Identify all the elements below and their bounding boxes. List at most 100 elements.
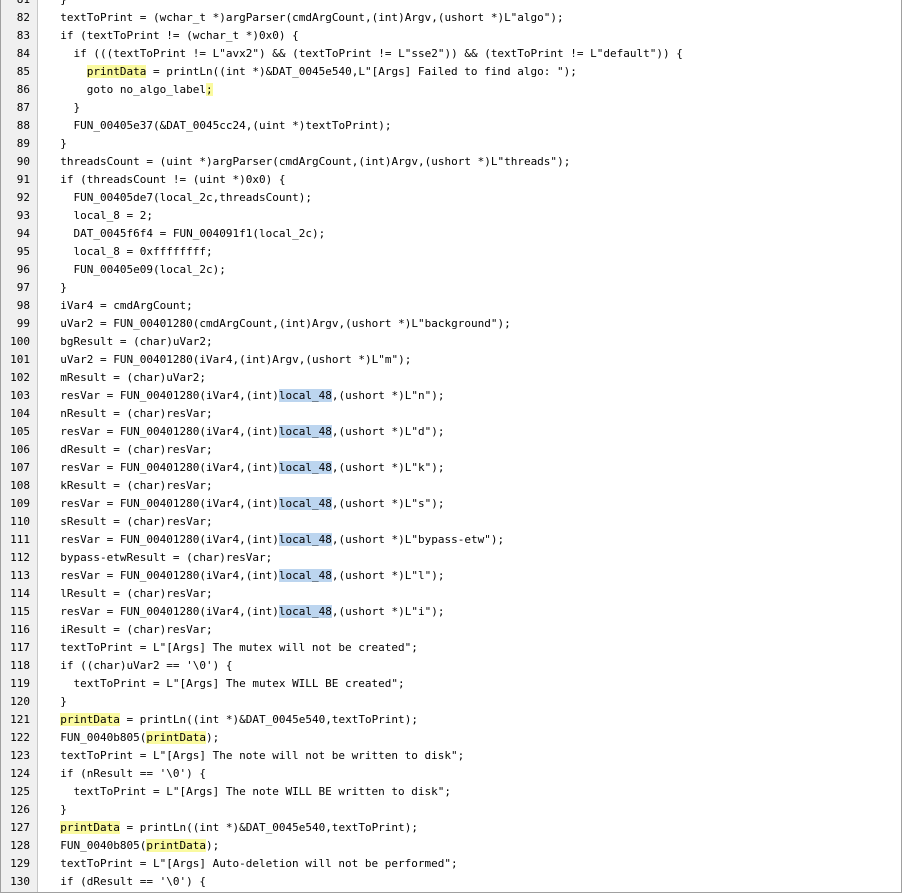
code-text[interactable]: dResult = (char)resVar; (47, 441, 212, 459)
code-text[interactable]: textToPrint = L"[Args] The mutex WILL BE… (47, 675, 405, 693)
code-text[interactable]: resVar = FUN_00401280(iVar4,(int)local_4… (47, 603, 444, 621)
code-line[interactable]: 102 mResult = (char)uVar2; (1, 369, 901, 387)
code-line[interactable]: 111 resVar = FUN_00401280(iVar4,(int)loc… (1, 531, 901, 549)
code-line[interactable]: 126 } (1, 801, 901, 819)
code-text[interactable]: } (47, 135, 67, 153)
code-text[interactable]: threadsCount = (uint *)argParser(cmdArgC… (47, 153, 570, 171)
code-line[interactable]: 83 if (textToPrint != (wchar_t *)0x0) { (1, 27, 901, 45)
code-text[interactable]: FUN_0040b805(printData); (47, 837, 219, 855)
code-line[interactable]: 107 resVar = FUN_00401280(iVar4,(int)loc… (1, 459, 901, 477)
code-text[interactable]: FUN_00405de7(local_2c,threadsCount); (47, 189, 312, 207)
code-text[interactable]: uVar2 = FUN_00401280(cmdArgCount,(int)Ar… (47, 315, 510, 333)
code-line[interactable]: 89 } (1, 135, 901, 153)
code-line[interactable]: 96 FUN_00405e09(local_2c); (1, 261, 901, 279)
code-text[interactable]: FUN_0040b805(printData); (47, 729, 219, 747)
code-text[interactable]: printData = printLn((int *)&DAT_0045e540… (47, 711, 418, 729)
code-text[interactable]: resVar = FUN_00401280(iVar4,(int)local_4… (47, 495, 444, 513)
code-text[interactable]: textToPrint = L"[Args] The note will not… (47, 747, 464, 765)
code-line[interactable]: 91 if (threadsCount != (uint *)0x0) { (1, 171, 901, 189)
code-text[interactable]: } (47, 99, 81, 117)
code-line[interactable]: 100 bgResult = (char)uVar2; (1, 333, 901, 351)
code-text[interactable]: iVar4 = cmdArgCount; (47, 297, 192, 315)
code-text[interactable]: bgResult = (char)uVar2; (47, 333, 212, 351)
code-line[interactable]: 94 DAT_0045f6f4 = FUN_004091f1(local_2c)… (1, 225, 901, 243)
code-line[interactable]: 129 textToPrint = L"[Args] Auto-deletion… (1, 855, 901, 873)
code-text[interactable]: } (47, 279, 67, 297)
code-text[interactable]: textToPrint = L"[Args] Auto-deletion wil… (47, 855, 457, 873)
code-line[interactable]: 118 if ((char)uVar2 == '\0') { (1, 657, 901, 675)
code-text[interactable]: if (textToPrint != (wchar_t *)0x0) { (47, 27, 298, 45)
code-line[interactable]: 128 FUN_0040b805(printData); (1, 837, 901, 855)
code-text[interactable]: textToPrint = L"[Args] The mutex will no… (47, 639, 418, 657)
code-text[interactable]: bypass-etwResult = (char)resVar; (47, 549, 272, 567)
code-line[interactable]: 104 nResult = (char)resVar; (1, 405, 901, 423)
code-line[interactable]: 92 FUN_00405de7(local_2c,threadsCount); (1, 189, 901, 207)
code-line[interactable]: 108 kResult = (char)resVar; (1, 477, 901, 495)
code-text[interactable]: } (47, 0, 67, 9)
code-line[interactable]: 106 dResult = (char)resVar; (1, 441, 901, 459)
code-line[interactable]: 120 } (1, 693, 901, 711)
code-text[interactable]: if (dResult == '\0') { (47, 873, 206, 891)
code-line[interactable]: 110 sResult = (char)resVar; (1, 513, 901, 531)
code-line[interactable]: 103 resVar = FUN_00401280(iVar4,(int)loc… (1, 387, 901, 405)
code-line[interactable]: 115 resVar = FUN_00401280(iVar4,(int)loc… (1, 603, 901, 621)
code-text[interactable]: FUN_00405e09(local_2c); (47, 261, 226, 279)
code-line[interactable]: 97 } (1, 279, 901, 297)
code-text[interactable]: if (((textToPrint != L"avx2") && (textTo… (47, 45, 683, 63)
code-text[interactable]: textToPrint = (wchar_t *)argParser(cmdAr… (47, 9, 563, 27)
code-line[interactable]: 117 textToPrint = L"[Args] The mutex wil… (1, 639, 901, 657)
code-line[interactable]: 86 goto no_algo_label; (1, 81, 901, 99)
code-text[interactable]: DAT_0045f6f4 = FUN_004091f1(local_2c); (47, 225, 326, 243)
code-line[interactable]: 119 textToPrint = L"[Args] The mutex WIL… (1, 675, 901, 693)
code-line[interactable]: 99 uVar2 = FUN_00401280(cmdArgCount,(int… (1, 315, 901, 333)
code-text[interactable]: iResult = (char)resVar; (47, 621, 212, 639)
code-text[interactable]: } (47, 801, 67, 819)
code-text[interactable]: uVar2 = FUN_00401280(iVar4,(int)Argv,(us… (47, 351, 411, 369)
code-text[interactable]: FUN_00405e37(&DAT_0045cc24,(uint *)textT… (47, 117, 392, 135)
code-line[interactable]: 114 lResult = (char)resVar; (1, 585, 901, 603)
code-line[interactable]: 121 printData = printLn((int *)&DAT_0045… (1, 711, 901, 729)
code-text[interactable]: resVar = FUN_00401280(iVar4,(int)local_4… (47, 459, 444, 477)
code-text[interactable]: sResult = (char)resVar; (47, 513, 212, 531)
code-line[interactable]: 123 textToPrint = L"[Args] The note will… (1, 747, 901, 765)
code-line[interactable]: 82 textToPrint = (wchar_t *)argParser(cm… (1, 9, 901, 27)
code-line[interactable]: 95 local_8 = 0xffffffff; (1, 243, 901, 261)
code-text[interactable]: resVar = FUN_00401280(iVar4,(int)local_4… (47, 423, 444, 441)
code-line[interactable]: 81 } (1, 0, 901, 9)
code-text[interactable]: printData = printLn((int *)&DAT_0045e540… (47, 819, 418, 837)
code-line[interactable]: 113 resVar = FUN_00401280(iVar4,(int)loc… (1, 567, 901, 585)
code-text[interactable]: textToPrint = L"[Args] The note WILL BE … (47, 783, 452, 801)
code-text[interactable]: local_8 = 2; (47, 207, 153, 225)
code-text[interactable]: resVar = FUN_00401280(iVar4,(int)local_4… (47, 387, 444, 405)
code-line[interactable]: 87 } (1, 99, 901, 117)
code-text[interactable]: } (47, 693, 67, 711)
code-text[interactable]: resVar = FUN_00401280(iVar4,(int)local_4… (47, 567, 444, 585)
code-text[interactable]: kResult = (char)resVar; (47, 477, 212, 495)
code-line[interactable]: 84 if (((textToPrint != L"avx2") && (tex… (1, 45, 901, 63)
code-text[interactable]: if (nResult == '\0') { (47, 765, 206, 783)
code-text[interactable]: if ((char)uVar2 == '\0') { (47, 657, 232, 675)
code-text[interactable]: resVar = FUN_00401280(iVar4,(int)local_4… (47, 531, 504, 549)
code-line[interactable]: 109 resVar = FUN_00401280(iVar4,(int)loc… (1, 495, 901, 513)
code-text[interactable]: nResult = (char)resVar; (47, 405, 212, 423)
code-text[interactable]: mResult = (char)uVar2; (47, 369, 206, 387)
code-line[interactable]: 124 if (nResult == '\0') { (1, 765, 901, 783)
code-text[interactable]: printData = printLn((int *)&DAT_0045e540… (47, 63, 577, 81)
code-text[interactable]: if (threadsCount != (uint *)0x0) { (47, 171, 285, 189)
code-line[interactable]: 127 printData = printLn((int *)&DAT_0045… (1, 819, 901, 837)
code-line[interactable]: 90 threadsCount = (uint *)argParser(cmdA… (1, 153, 901, 171)
code-line[interactable]: 130 if (dResult == '\0') { (1, 873, 901, 891)
code-line[interactable]: 93 local_8 = 2; (1, 207, 901, 225)
code-line[interactable]: 112 bypass-etwResult = (char)resVar; (1, 549, 901, 567)
code-line[interactable]: 98 iVar4 = cmdArgCount; (1, 297, 901, 315)
code-text[interactable]: lResult = (char)resVar; (47, 585, 212, 603)
code-text[interactable]: local_8 = 0xffffffff; (47, 243, 213, 261)
code-text[interactable]: goto no_algo_label; (47, 81, 213, 99)
code-line[interactable]: 105 resVar = FUN_00401280(iVar4,(int)loc… (1, 423, 901, 441)
code-line[interactable]: 122 FUN_0040b805(printData); (1, 729, 901, 747)
code-line[interactable]: 116 iResult = (char)resVar; (1, 621, 901, 639)
decompiler-code-view[interactable]: 81 }82 textToPrint = (wchar_t *)argParse… (0, 0, 902, 893)
code-line[interactable]: 125 textToPrint = L"[Args] The note WILL… (1, 783, 901, 801)
code-line[interactable]: 101 uVar2 = FUN_00401280(iVar4,(int)Argv… (1, 351, 901, 369)
code-line[interactable]: 88 FUN_00405e37(&DAT_0045cc24,(uint *)te… (1, 117, 901, 135)
